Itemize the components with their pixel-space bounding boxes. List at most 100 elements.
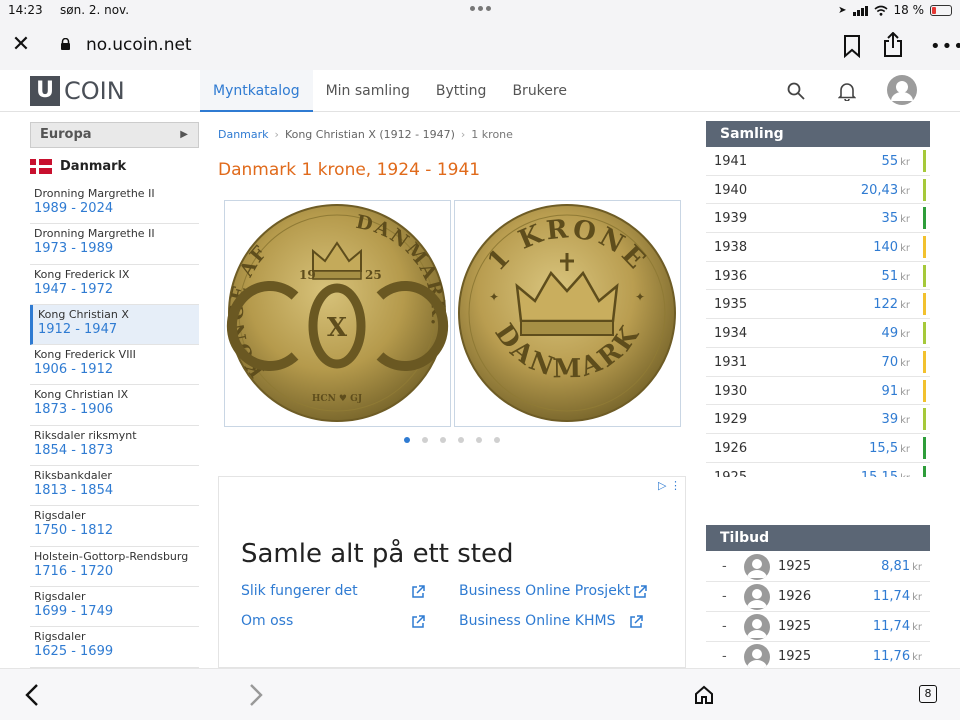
period-years[interactable]: 1906 - 1912 <box>34 362 199 377</box>
sidebar-period-item[interactable]: Rigsdaler 1699 - 1749 <box>30 587 199 628</box>
period-years[interactable]: 1750 - 1812 <box>34 523 199 538</box>
nav-brukere[interactable]: Brukere <box>499 70 580 112</box>
tilbud-row[interactable]: - 1925 8,81 kr <box>706 552 930 582</box>
country-heading[interactable]: Danmark <box>30 148 199 184</box>
search-icon[interactable] <box>787 82 805 100</box>
status-time: 14:23 <box>8 3 43 17</box>
period-years[interactable]: 1813 - 1854 <box>34 483 199 498</box>
period-name: Riksdaler riksmynt <box>34 428 137 442</box>
seller-avatar[interactable] <box>744 644 770 670</box>
site-header: U COIN Myntkatalog Min samling Bytting B… <box>0 70 960 112</box>
breadcrumb-danmark[interactable]: Danmark <box>218 128 269 141</box>
ad-link-prosjekt[interactable]: Business Online Prosjekt <box>459 583 630 599</box>
ucoin-logo[interactable]: U COIN <box>30 76 125 106</box>
period-years[interactable]: 1973 - 1989 <box>34 241 199 256</box>
samling-price: 35 kr <box>881 211 910 227</box>
seller-avatar[interactable] <box>744 614 770 640</box>
samling-year: 1925 <box>714 470 747 477</box>
forward-icon[interactable] <box>248 683 264 707</box>
carousel-dot[interactable] <box>458 437 464 443</box>
coin-obverse-image[interactable]: KONGE AF DANMARK. 19 25 X HCN ♥ GJ <box>224 200 451 427</box>
country-label: Danmark <box>60 158 127 174</box>
samling-row[interactable]: 1939 35 kr <box>706 204 930 234</box>
nav-myntkatalog[interactable]: Myntkatalog <box>200 70 313 112</box>
sidebar-period-item[interactable]: Kong Frederick IX 1947 - 1972 <box>30 265 199 305</box>
sidebar-period-item[interactable]: Dronning Margrethe II 1973 - 1989 <box>30 224 199 265</box>
main-nav: Myntkatalog Min samling Bytting Brukere <box>200 70 580 112</box>
region-select[interactable]: Europa ▶ <box>30 122 199 148</box>
external-link-icon[interactable] <box>411 585 425 599</box>
samling-row[interactable]: 1925 15,15kr <box>706 463 930 477</box>
back-icon[interactable] <box>24 683 40 707</box>
samling-row[interactable]: 1930 91 kr <box>706 377 930 406</box>
seller-avatar[interactable] <box>744 584 770 610</box>
period-years[interactable]: 1947 - 1972 <box>34 282 199 297</box>
ad-link-om-oss[interactable]: Om oss <box>241 613 293 629</box>
samling-row[interactable]: 1934 49 kr <box>706 319 930 348</box>
nav-bytting[interactable]: Bytting <box>423 70 500 112</box>
sidebar-period-item[interactable]: Kong Frederick VIII 1906 - 1912 <box>30 345 199 386</box>
samling-row[interactable]: 1936 51 kr <box>706 262 930 291</box>
sidebar-period-item[interactable]: Dronning Margrethe II 1989 - 2024 <box>30 184 199 225</box>
close-icon[interactable]: ✕ <box>10 34 32 56</box>
carousel-dot[interactable] <box>404 437 410 443</box>
carousel-dot[interactable] <box>494 437 500 443</box>
bell-icon[interactable] <box>838 81 856 101</box>
rarity-indicator <box>923 465 926 477</box>
chevron-right-icon: ▶ <box>180 129 188 140</box>
sidebar-period-item[interactable]: Holstein-Gottorp-Rendsburg 1716 - 1720 <box>30 547 199 587</box>
carousel-dot[interactable] <box>440 437 446 443</box>
sidebar-period-item[interactable]: Kong Christian IX 1873 - 1906 <box>30 385 199 426</box>
samling-row[interactable]: 1940 20,43 kr <box>706 176 930 205</box>
avatar[interactable] <box>886 74 918 106</box>
browser-bottom-bar: 8 <box>0 668 960 720</box>
tilbud-dash: - <box>722 619 727 634</box>
adchoices-icon[interactable]: ▷ ⋮ <box>658 479 681 492</box>
carousel-dot[interactable] <box>476 437 482 443</box>
sidebar-period-item[interactable]: Kong Christian X 1912 - 1947 <box>30 304 199 346</box>
sidebar-period-item[interactable]: Rigsdaler 1750 - 1812 <box>30 506 199 547</box>
period-years[interactable]: 1873 - 1906 <box>34 402 199 417</box>
tilbud-row[interactable]: - 1925 11,74 kr <box>706 612 930 642</box>
period-years[interactable]: 1912 - 1947 <box>38 322 199 337</box>
external-link-icon[interactable] <box>629 615 643 629</box>
samling-row[interactable]: 1935 122 kr <box>706 290 930 320</box>
sidebar-period-item[interactable]: Riksdaler riksmynt 1854 - 1873 <box>30 426 199 467</box>
period-name: Rigsdaler <box>34 589 86 603</box>
coin-reverse-image[interactable]: 1 KRONE DANMARK ✦ ✦ <box>454 200 681 427</box>
breadcrumb-christian-x[interactable]: Kong Christian X (1912 - 1947) <box>285 128 455 141</box>
coin-mintmark: HCN ♥ GJ <box>312 394 362 404</box>
samling-row[interactable]: 1938 140 kr <box>706 233 930 262</box>
coin-year-left: 19 <box>299 268 316 282</box>
period-years[interactable]: 1716 - 1720 <box>34 564 199 579</box>
period-years[interactable]: 1625 - 1699 <box>34 644 199 659</box>
samling-row[interactable]: 1931 70 kr <box>706 348 930 377</box>
samling-row[interactable]: 1929 39 kr <box>706 405 930 434</box>
bookmark-icon[interactable] <box>842 34 862 58</box>
rarity-indicator <box>923 207 926 230</box>
period-years[interactable]: 1854 - 1873 <box>34 443 199 458</box>
sidebar-period-item[interactable]: Riksbankdaler 1813 - 1854 <box>30 466 199 507</box>
home-icon[interactable] <box>694 685 714 705</box>
external-link-icon[interactable] <box>633 585 647 599</box>
carousel-dot[interactable] <box>422 437 428 443</box>
nav-min-samling[interactable]: Min samling <box>313 70 423 112</box>
samling-row[interactable]: 1926 15,5 kr <box>706 434 930 463</box>
period-years[interactable]: 1989 - 2024 <box>34 201 199 216</box>
samling-list[interactable]: 1941 55 kr 1940 20,43 kr 1939 35 kr 1938 140 kr 1936… <box>706 147 930 477</box>
rarity-indicator <box>923 236 926 259</box>
external-link-icon[interactable] <box>411 615 425 629</box>
samling-row[interactable]: 1941 55 kr <box>706 147 930 176</box>
ad-link-khms[interactable]: Business Online KHMS <box>459 613 615 629</box>
tilbud-row[interactable]: - 1926 11,74 kr <box>706 582 930 612</box>
location-icon: ➤ <box>838 4 847 16</box>
tabs-button[interactable]: 8 <box>919 685 937 703</box>
seller-avatar[interactable] <box>744 554 770 580</box>
multitask-dots-icon[interactable] <box>470 6 491 11</box>
period-years[interactable]: 1699 - 1749 <box>34 604 199 619</box>
url-field[interactable]: no.ucoin.net <box>86 35 192 55</box>
more-icon[interactable]: ••• <box>930 36 960 57</box>
ad-link-slik-fungerer[interactable]: Slik fungerer det <box>241 583 358 599</box>
sidebar-period-item[interactable]: Rigsdaler 1625 - 1699 <box>30 627 199 668</box>
share-icon[interactable] <box>882 32 904 58</box>
